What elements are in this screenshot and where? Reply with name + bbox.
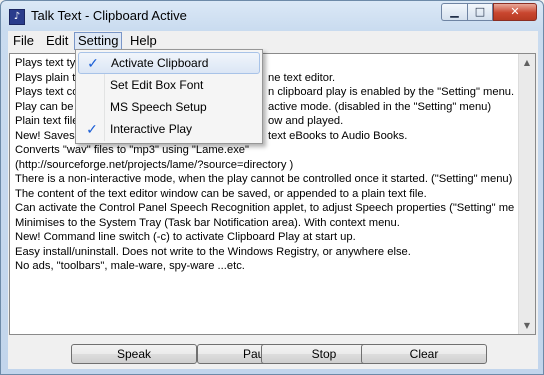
editor-line-text: Minimises to the System Tray (Task bar N… bbox=[15, 216, 400, 229]
editor-line: Easy install/uninstall. Does not write t… bbox=[15, 245, 515, 260]
minimize-icon: ▁ bbox=[450, 5, 459, 18]
editor-line: New! Command line switch (-c) to activat… bbox=[15, 230, 515, 245]
close-button[interactable]: ✕ bbox=[493, 3, 537, 21]
window-title: Talk Text - Clipboard Active bbox=[31, 8, 187, 23]
menu-item-label: Activate Clipboard bbox=[111, 56, 209, 70]
menu-bar: File Edit Setting Help bbox=[8, 31, 538, 51]
maximize-icon: □ bbox=[474, 5, 486, 18]
title-bar[interactable]: ♪ Talk Text - Clipboard Active ▁ □ ✕ bbox=[1, 1, 543, 31]
editor-line-text: No ads, "toolbars", male-ware, spy-ware … bbox=[15, 260, 245, 272]
editor-line-text: Converts "wav" files to "mp3" using "Lam… bbox=[15, 144, 250, 156]
editor-line-tail: ne text editor. bbox=[268, 71, 336, 84]
editor-line-tail: n clipboard play is enabled by the "Sett… bbox=[268, 86, 515, 98]
minimize-button[interactable]: ▁ bbox=[441, 3, 467, 21]
setting-dropdown-menu: ✓ Activate Clipboard Set Edit Box Font M… bbox=[75, 49, 263, 144]
editor-line-text: Easy install/uninstall. Does not write t… bbox=[15, 245, 411, 258]
editor-line-text: Plays text typ bbox=[15, 57, 82, 69]
editor-line-text: Can activate the Control Panel Speech Re… bbox=[15, 202, 515, 214]
menu-setting[interactable]: Setting bbox=[74, 32, 123, 50]
clear-button[interactable]: Clear bbox=[361, 344, 487, 364]
editor-line: The content of the text editor window ca… bbox=[15, 187, 515, 202]
check-icon: ✓ bbox=[87, 55, 99, 71]
editor-line-text: Play can be bbox=[15, 100, 74, 113]
menu-item-set-edit-box-font[interactable]: Set Edit Box Font bbox=[78, 75, 260, 97]
menu-item-label: MS Speech Setup bbox=[110, 100, 207, 114]
menu-file[interactable]: File bbox=[10, 32, 37, 50]
menu-item-label: Interactive Play bbox=[110, 122, 193, 136]
speak-button[interactable]: Speak bbox=[71, 344, 197, 364]
menu-item-label: Set Edit Box Font bbox=[110, 78, 204, 92]
app-icon[interactable]: ♪ bbox=[9, 9, 25, 25]
menu-help[interactable]: Help bbox=[127, 32, 160, 50]
close-icon: ✕ bbox=[510, 5, 520, 18]
menu-item-activate-clipboard[interactable]: ✓ Activate Clipboard bbox=[78, 52, 260, 74]
editor-line-tail: active mode. (disabled in the "Setting" … bbox=[268, 100, 492, 113]
scroll-down-icon[interactable]: ▼ bbox=[519, 317, 535, 334]
editor-line-tail: ow and played. bbox=[268, 115, 344, 127]
editor-line-text: Plays text co bbox=[15, 86, 79, 98]
editor-line-text: (http://sourceforge.net/projects/lame/?s… bbox=[15, 158, 294, 171]
editor-line: There is a non-interactive mode, when th… bbox=[15, 172, 515, 187]
editor-line: Minimises to the System Tray (Task bar N… bbox=[15, 216, 515, 231]
editor-line-text: Plain text file bbox=[15, 115, 79, 127]
scroll-up-icon[interactable]: ▲ bbox=[519, 54, 535, 71]
editor-line: (http://sourceforge.net/projects/lame/?s… bbox=[15, 158, 515, 173]
editor-line: Converts "wav" files to "mp3" using "Lam… bbox=[15, 143, 515, 158]
menu-edit[interactable]: Edit bbox=[43, 32, 71, 50]
menu-item-ms-speech-setup[interactable]: MS Speech Setup bbox=[78, 97, 260, 119]
editor-line-text: The content of the text editor window ca… bbox=[15, 187, 427, 200]
check-icon: ✓ bbox=[86, 121, 98, 137]
menu-item-interactive-play[interactable]: ✓ Interactive Play bbox=[78, 119, 260, 141]
maximize-button[interactable]: □ bbox=[467, 3, 493, 21]
editor-line-tail: text eBooks to Audio Books. bbox=[268, 129, 408, 142]
editor-line-text: Plays plain te bbox=[15, 71, 82, 84]
editor-line-text: New! Saves bbox=[15, 129, 75, 142]
editor-line: Can activate the Control Panel Speech Re… bbox=[15, 201, 515, 216]
editor-line-text: New! Command line switch (-c) to activat… bbox=[15, 231, 356, 243]
editor-line: No ads, "toolbars", male-ware, spy-ware … bbox=[15, 259, 515, 274]
editor-line-text: There is a non-interactive mode, when th… bbox=[15, 173, 513, 185]
vertical-scrollbar[interactable]: ▲ ▼ bbox=[518, 54, 535, 334]
button-bar: Speak Pause Stop Clear bbox=[8, 339, 538, 369]
